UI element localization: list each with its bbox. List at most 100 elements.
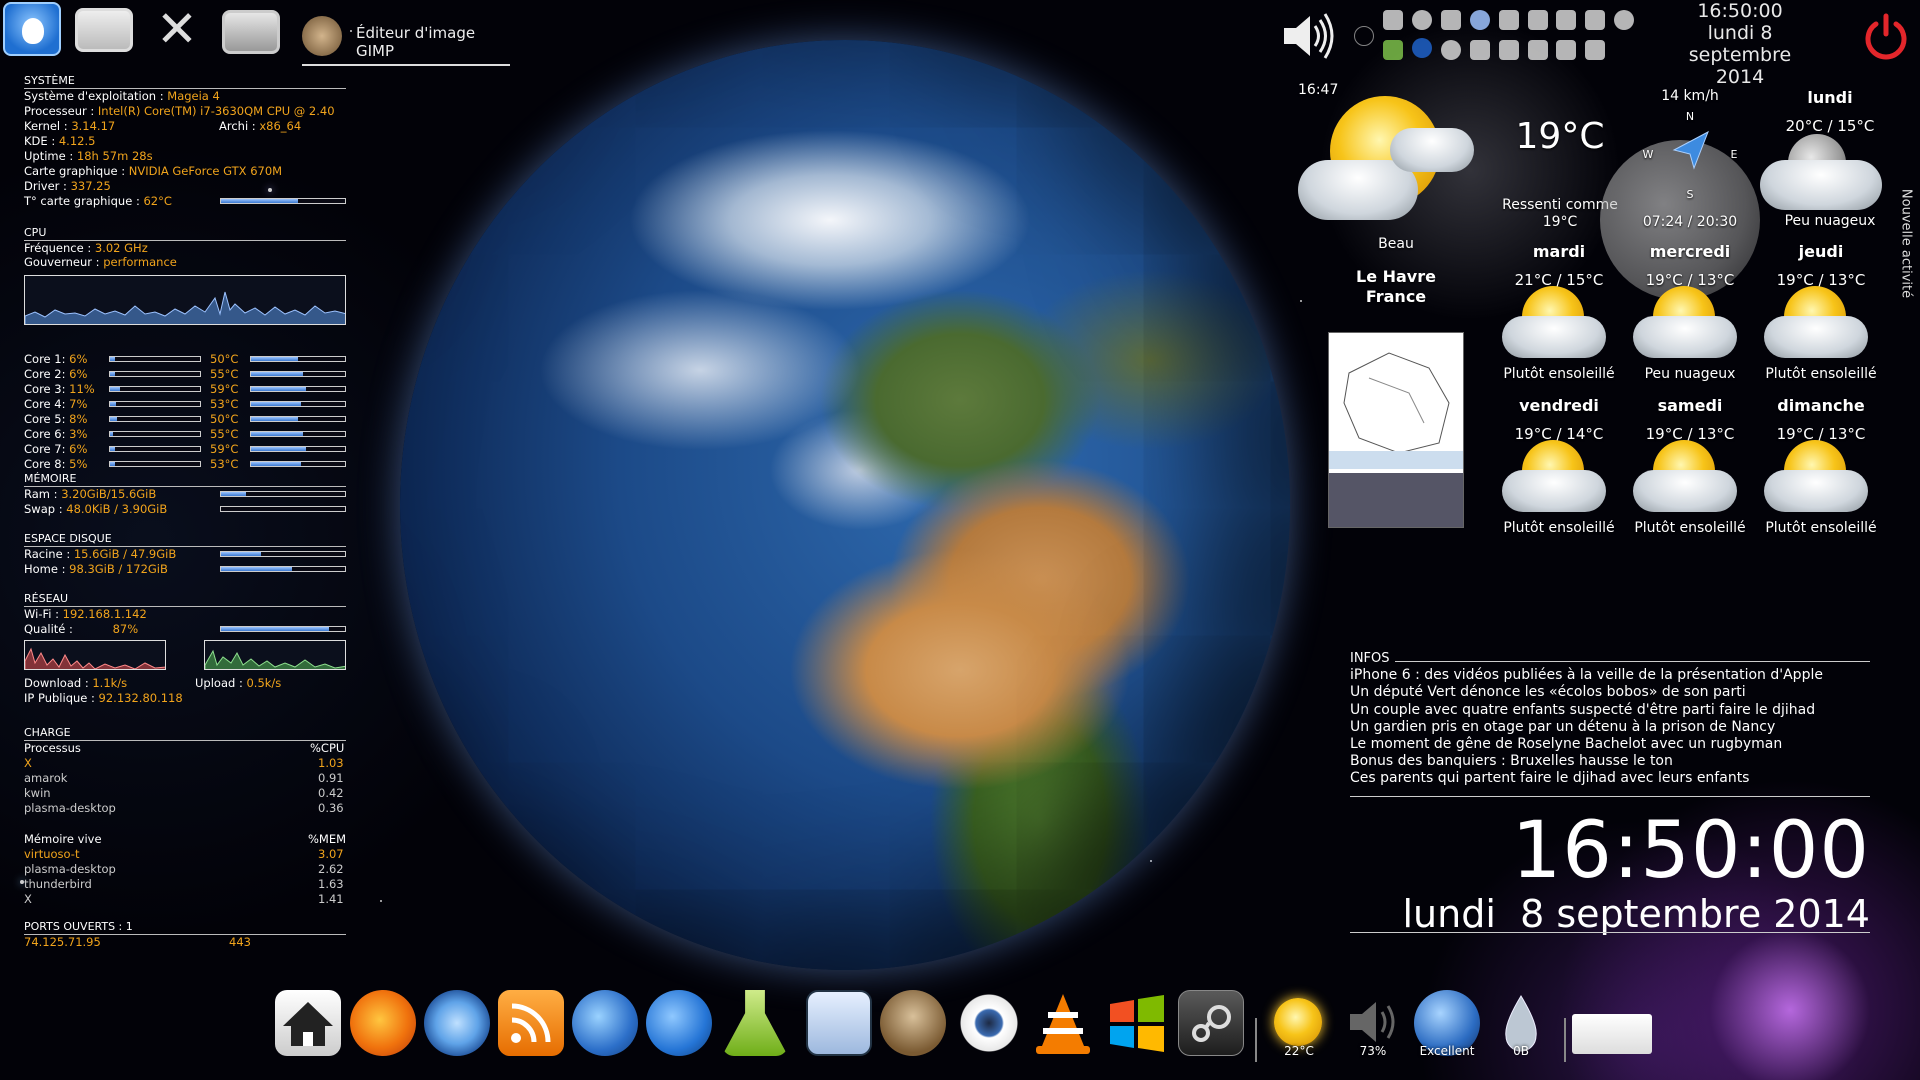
tray-icon[interactable] [1441, 10, 1461, 30]
pidgin-icon[interactable] [646, 990, 712, 1056]
tray-icon[interactable] [1383, 40, 1403, 60]
show-desktop-icon[interactable] [1572, 1014, 1652, 1054]
top-clock[interactable]: 16:50:00 lundi 8 septembre 2014 [1655, 0, 1825, 88]
power-icon[interactable] [1862, 12, 1910, 60]
hp-icon[interactable] [1412, 38, 1432, 58]
news-item[interactable]: Un couple avec quatre enfants suspecté d… [1350, 702, 1870, 719]
download-icon[interactable] [1470, 40, 1490, 60]
new-activity-button[interactable]: Nouvelle activité [1896, 166, 1916, 326]
big-clock-date: lundi 8 septembre 2014 [1402, 892, 1871, 936]
tray-icon[interactable] [1614, 10, 1634, 30]
tray-icon[interactable] [1556, 10, 1576, 30]
weather-dock-widget[interactable]: 22°C [1266, 990, 1332, 1058]
core-usage: 11% [65, 382, 95, 396]
forecast-condition: Plutôt ensoleillé [1503, 520, 1615, 536]
news-item[interactable]: Le moment de gêne de Roselyne Bachelot a… [1350, 736, 1870, 753]
wifi-icon[interactable] [1556, 40, 1576, 60]
core-usage: 6% [65, 442, 88, 456]
core-row: Core 4: 7% [24, 397, 87, 412]
monitor-icon[interactable] [75, 8, 133, 52]
port-number: 443 [229, 935, 251, 949]
news-item[interactable]: iPhone 6 : des vidéos publiées à la veil… [1350, 667, 1870, 684]
section-network: RÉSEAU Wi-Fi : 192.168.1.142 Qualité : 8… [24, 592, 346, 705]
forecast-condition: Plutôt ensoleillé [1765, 366, 1877, 382]
vlc-icon[interactable] [1030, 990, 1096, 1056]
forecast-condition: Plutôt ensoleillé [1503, 366, 1615, 382]
section-header: PORTS OUVERTS : 1 [24, 920, 346, 935]
core-row: Core 1: 6% [24, 352, 87, 367]
driver-label: Driver : [24, 179, 67, 193]
tray-icon[interactable] [1470, 10, 1490, 30]
info-icon[interactable] [1354, 26, 1374, 46]
steam-icon[interactable] [1178, 990, 1244, 1056]
compass-e: E [1730, 148, 1738, 161]
tools-icon[interactable]: ✕ [148, 2, 206, 56]
wifi-value: 192.168.1.142 [62, 607, 147, 621]
kde-value: 4.12.5 [58, 134, 96, 148]
windows-icon[interactable] [1104, 990, 1170, 1056]
cloud-icon [1633, 316, 1737, 358]
tray-icon[interactable] [1528, 10, 1548, 30]
system-settings-icon[interactable] [222, 10, 280, 54]
bluetooth-icon[interactable] [1528, 40, 1548, 60]
home-folder-icon[interactable] [275, 990, 341, 1056]
upload-graph [204, 640, 346, 670]
core-label: Core 2: [24, 367, 66, 381]
tray-icon[interactable] [1412, 10, 1432, 30]
core-row: Core 7: 6% [24, 442, 87, 457]
task-gimp[interactable]: Éditeur d'image GIMP [302, 16, 510, 68]
rss-reader-icon[interactable] [498, 990, 564, 1056]
chromium-icon[interactable] [424, 990, 490, 1056]
today-temps: 20°C / 15°C [1785, 117, 1875, 135]
port-ip: 74.125.71.95 [24, 935, 101, 949]
home-bar [220, 566, 346, 572]
core-usage: 5% [65, 457, 88, 471]
cpu-model-value: Intel(R) Core(TM) i7-3630QM CPU @ 2.40 [97, 104, 335, 118]
clock-divider [1350, 932, 1870, 933]
tray-icon[interactable] [1585, 10, 1605, 30]
globe-icon[interactable] [1441, 40, 1461, 60]
forecast-day-name: mercredi [1649, 242, 1731, 261]
weather-map[interactable] [1328, 332, 1464, 528]
tray-icon[interactable] [1499, 10, 1519, 30]
eye-of-gnome-icon[interactable] [956, 990, 1022, 1056]
network-dock-widget[interactable]: Excellent [1414, 990, 1480, 1058]
forecast-day-name: samedi [1657, 396, 1723, 415]
top-clock-date: lundi 8 septembre [1688, 22, 1792, 66]
news-item[interactable]: Un gardien pris en otage par un détenu à… [1350, 719, 1870, 736]
core-load-bar [109, 386, 201, 392]
news-item[interactable]: Bonus des banquiers : Bruxelles hausse l… [1350, 753, 1870, 770]
kickoff-launcher-icon[interactable] [3, 2, 61, 56]
tray-icon[interactable] [1383, 10, 1403, 30]
volume-icon[interactable] [1282, 12, 1334, 60]
forecast-day-name: vendredi [1519, 396, 1599, 415]
scissors-icon[interactable] [1499, 40, 1519, 60]
volume-dock-widget[interactable]: 73% [1340, 990, 1406, 1058]
core-temp: 59°C [210, 382, 239, 396]
process-name: plasma-desktop [24, 801, 116, 815]
core-label: Core 4: [24, 397, 66, 411]
swap-label: Swap : [24, 502, 63, 516]
core-temp: 50°C [210, 352, 239, 366]
forecast-day-name: dimanche [1777, 396, 1865, 415]
section-header: ESPACE DISQUE [24, 532, 346, 547]
thunderbird-icon[interactable] [572, 990, 638, 1056]
clipboard-icon[interactable] [1585, 40, 1605, 60]
news-item[interactable]: Un député Vert dénonce les «écolos bobos… [1350, 684, 1870, 701]
desktop: ✕ Éditeur d'image GIMP 16:50:00 lundi 8 … [0, 0, 1920, 1080]
process-name: plasma-desktop [24, 862, 116, 876]
libreoffice-impress-icon[interactable] [806, 990, 872, 1056]
core-usage: 6% [65, 367, 88, 381]
firefox-icon[interactable] [350, 990, 416, 1056]
arch-label: Archi : [219, 119, 256, 133]
disk-dock-widget[interactable]: 0B [1488, 990, 1554, 1058]
news-item[interactable]: Ces parents qui partent faire le djihad … [1350, 770, 1870, 787]
core-label: Core 8: [24, 457, 66, 471]
process-mem: 1.63 [318, 877, 344, 891]
gpu-temp-value: 62°C [143, 194, 172, 208]
mageia-control-center-icon[interactable] [722, 990, 788, 1056]
core-row: Core 3: 11% [24, 382, 95, 397]
core-temp-bar [250, 356, 346, 362]
gimp-dock-icon[interactable] [880, 990, 946, 1056]
quality-value: 87% [112, 622, 139, 636]
